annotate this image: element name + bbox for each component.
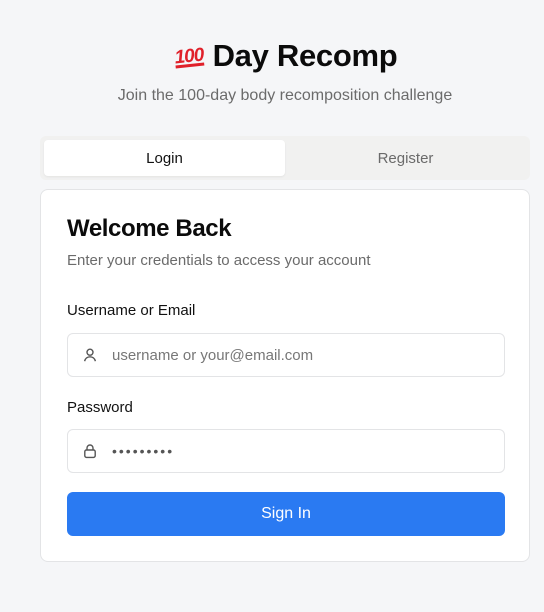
app-subtitle: Join the 100-day body recomposition chal…	[117, 87, 453, 104]
card-description: Enter your credentials to access your ac…	[67, 252, 371, 269]
lock-icon	[68, 429, 112, 473]
hundred-points-icon: 100	[173, 44, 204, 68]
sign-in-button[interactable]: Sign In	[67, 492, 505, 536]
username-field-wrapper	[67, 333, 505, 377]
password-field-wrapper	[67, 429, 505, 473]
login-card: Welcome Back Enter your credentials to a…	[40, 189, 530, 562]
auth-tabs: Login Register	[40, 136, 530, 180]
tab-register[interactable]: Register	[285, 140, 526, 176]
username-input[interactable]	[112, 334, 504, 376]
card-title: Welcome Back	[67, 215, 232, 242]
username-label: Username or Email	[67, 302, 196, 319]
app-title: Day Recomp	[212, 38, 398, 73]
tab-login[interactable]: Login	[44, 140, 285, 176]
page-title: 100 Day Recomp	[173, 36, 398, 76]
user-icon	[68, 333, 112, 377]
password-label: Password	[67, 399, 133, 416]
password-input[interactable]	[112, 430, 504, 472]
app-header: 100 Day Recomp Join the 100-day body rec…	[0, 36, 544, 108]
